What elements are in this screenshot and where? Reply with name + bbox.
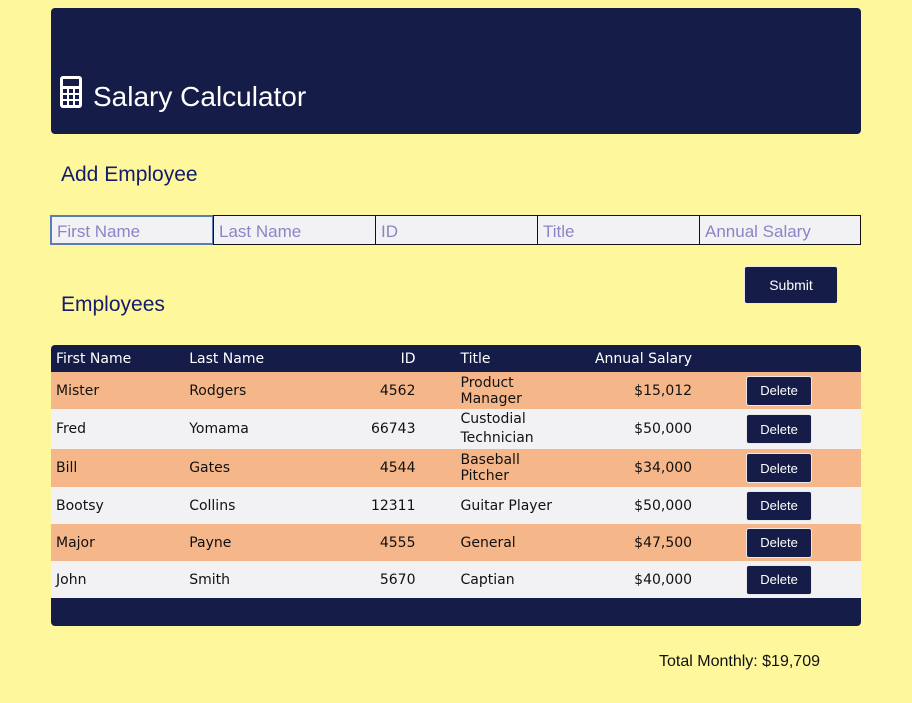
column-header-actions bbox=[697, 345, 861, 372]
last-name-input[interactable] bbox=[213, 215, 376, 245]
cell-salary: $15,012 bbox=[634, 382, 693, 399]
delete-button[interactable]: Delete bbox=[746, 564, 813, 595]
cell-first-name: Fred bbox=[56, 421, 86, 437]
cell-title: Product Manager bbox=[460, 374, 522, 407]
cell-id: 4562 bbox=[379, 382, 416, 399]
cell-id: 5670 bbox=[379, 571, 416, 588]
column-header-first-name: First Name bbox=[56, 350, 132, 367]
cell-last-name: Smith bbox=[189, 571, 230, 588]
cell-first-name: Bill bbox=[56, 460, 78, 476]
employees-heading: Employees bbox=[61, 293, 165, 316]
delete-button[interactable]: Delete bbox=[746, 414, 813, 444]
annual-salary-input[interactable] bbox=[699, 215, 861, 245]
cell-salary: $40,000 bbox=[634, 571, 693, 588]
cell-id: 4555 bbox=[379, 534, 416, 551]
table-row: Bill Gates 4544 Baseball Pitcher $34,000… bbox=[51, 449, 861, 487]
delete-button[interactable]: Delete bbox=[746, 527, 813, 558]
calculator-icon bbox=[60, 76, 82, 108]
cell-first-name: John bbox=[56, 571, 87, 588]
column-header-title: Title bbox=[460, 350, 491, 367]
column-header-annual-salary: Annual Salary bbox=[594, 350, 693, 367]
cell-id: 12311 bbox=[370, 497, 416, 514]
id-input[interactable] bbox=[375, 215, 538, 245]
cell-title: Custodial Technician bbox=[460, 411, 534, 446]
table-row: John Smith 5670 Captian $40,000 Delete bbox=[51, 561, 861, 598]
cell-last-name: Payne bbox=[189, 534, 232, 551]
cell-id: 4544 bbox=[379, 460, 416, 476]
employees-table: First Name Last Name ID Title Annual Sal… bbox=[51, 345, 861, 626]
table-row: Bootsy Collins 12311 Guitar Player $50,0… bbox=[51, 487, 861, 524]
table-header-row: First Name Last Name ID Title Annual Sal… bbox=[51, 345, 861, 372]
table-row: Fred Yomama 66743 Custodial Technician $… bbox=[51, 409, 861, 449]
column-header-last-name: Last Name bbox=[189, 350, 265, 367]
table-row: Mister Rodgers 4562 Product Manager $15,… bbox=[51, 372, 861, 409]
column-header-id: ID bbox=[400, 350, 416, 367]
first-name-input[interactable] bbox=[50, 215, 214, 245]
cell-last-name: Collins bbox=[189, 497, 236, 514]
add-employee-heading: Add Employee bbox=[61, 163, 198, 186]
app-header: Salary Calculator bbox=[51, 8, 861, 134]
cell-last-name: Rodgers bbox=[189, 382, 247, 399]
cell-salary: $50,000 bbox=[634, 421, 693, 437]
cell-salary: $34,000 bbox=[634, 460, 693, 476]
cell-first-name: Mister bbox=[56, 382, 100, 399]
delete-button[interactable]: Delete bbox=[746, 453, 813, 483]
cell-last-name: Yomama bbox=[189, 421, 249, 437]
delete-button[interactable]: Delete bbox=[746, 490, 813, 521]
cell-salary: $50,000 bbox=[634, 497, 693, 514]
cell-title: General bbox=[460, 534, 516, 551]
cell-id: 66743 bbox=[370, 421, 416, 437]
cell-title: Captian bbox=[460, 571, 515, 588]
cell-first-name: Bootsy bbox=[56, 497, 104, 514]
cell-title: Baseball Pitcher bbox=[460, 452, 520, 484]
delete-button[interactable]: Delete bbox=[746, 375, 813, 406]
cell-first-name: Major bbox=[56, 534, 95, 551]
cell-salary: $47,500 bbox=[634, 534, 693, 551]
table-row: Major Payne 4555 General $47,500 Delete bbox=[51, 524, 861, 561]
title-input[interactable] bbox=[537, 215, 700, 245]
add-employee-form bbox=[50, 215, 861, 245]
cell-title: Guitar Player bbox=[460, 497, 552, 514]
app-title: Salary Calculator bbox=[93, 81, 307, 112]
total-monthly: Total Monthly: $19,709 bbox=[659, 653, 820, 670]
submit-button[interactable]: Submit bbox=[744, 266, 838, 304]
cell-last-name: Gates bbox=[189, 460, 231, 476]
